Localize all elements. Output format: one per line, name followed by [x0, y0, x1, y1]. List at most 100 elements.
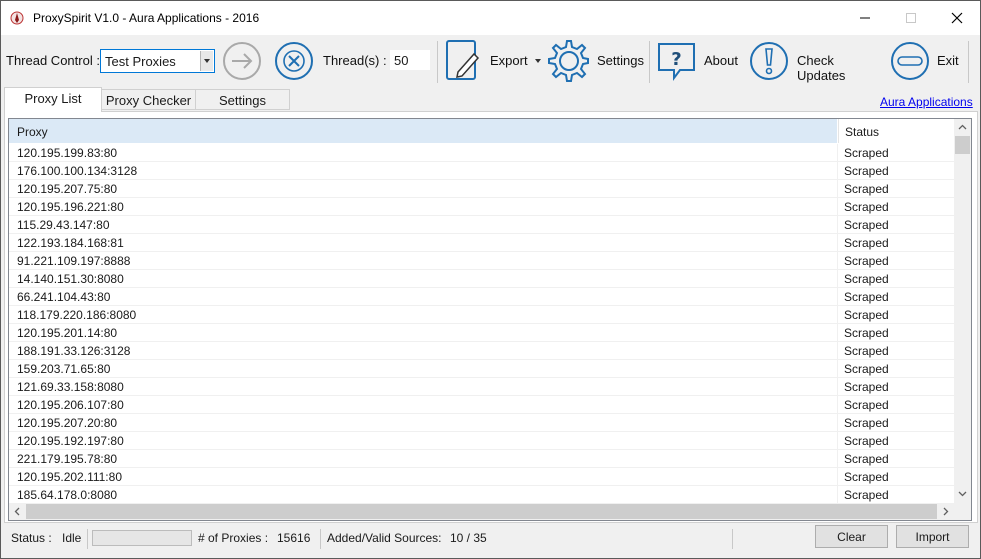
table-row[interactable]: 120.195.192.197:80 Scraped [9, 432, 954, 450]
table-row[interactable]: 120.195.202.111:80 Scraped [9, 468, 954, 486]
svg-text:?: ? [671, 49, 681, 70]
x-circle-icon[interactable] [274, 41, 314, 81]
status-cell: Scraped [837, 144, 954, 162]
table-row[interactable]: 120.195.207.75:80 Scraped [9, 180, 954, 198]
proxies-count-label: # of Proxies : [198, 531, 269, 545]
thread-control-select[interactable]: Test Proxies [100, 49, 215, 73]
proxies-count-value: 15616 [277, 531, 311, 545]
proxy-cell: 159.203.71.65:80 [17, 362, 111, 376]
status-cell: Scraped [837, 288, 954, 306]
toolbar-separator [968, 41, 969, 83]
status-cell: Scraped [837, 216, 954, 234]
table-row[interactable]: 120.195.206.107:80 Scraped [9, 396, 954, 414]
toolbar-separator [649, 41, 650, 83]
exit-label: Exit [937, 53, 959, 68]
table-row[interactable]: 221.179.195.78:80 Scraped [9, 450, 954, 468]
status-cell: Scraped [837, 180, 954, 198]
question-bubble-icon: ? [658, 43, 695, 81]
proxy-cell: 14.140.151.30:8080 [17, 272, 124, 286]
settings-button[interactable]: Settings [547, 39, 644, 83]
proxy-cell: 120.195.207.20:80 [17, 416, 118, 430]
chevron-left-icon[interactable] [14, 507, 20, 516]
proxy-cell: 120.195.202.111:80 [17, 470, 122, 484]
aura-applications-link[interactable]: Aura Applications [880, 95, 973, 109]
exclamation-circle-icon [750, 42, 788, 80]
proxy-cell: 120.195.207.75:80 [17, 182, 118, 196]
status-cell: Scraped [837, 414, 954, 432]
status-cell: Scraped [837, 252, 954, 270]
status-cell: Scraped [837, 324, 954, 342]
proxy-cell: 185.64.178.0:8080 [17, 488, 118, 502]
status-cell: Scraped [837, 450, 954, 468]
table-row[interactable]: 91.221.109.197:8888 Scraped [9, 252, 954, 270]
vertical-scrollbar[interactable] [954, 119, 971, 503]
proxy-cell: 120.195.201.14:80 [17, 326, 118, 340]
proxy-cell: 115.29.43.147:80 [17, 218, 110, 232]
window-title: ProxySpirit V1.0 - Aura Applications - 2… [33, 11, 260, 25]
document-pen-icon [446, 40, 480, 80]
minimize-button[interactable] [842, 1, 888, 35]
status-value: Idle [62, 531, 82, 545]
import-button[interactable]: Import [896, 525, 969, 548]
status-cell: Scraped [837, 234, 954, 252]
thread-control-label: Thread Control : [6, 53, 100, 68]
thread-control-value: Test Proxies [105, 54, 176, 69]
threads-input[interactable]: 50 [389, 49, 431, 71]
title-bar: ProxySpirit V1.0 - Aura Applications - 2… [1, 1, 980, 35]
vertical-scroll-thumb[interactable] [955, 136, 970, 154]
close-button[interactable] [934, 1, 980, 35]
proxy-cell: 66.241.104.43:80 [17, 290, 111, 304]
proxy-cell: 121.69.33.158:8080 [17, 380, 124, 394]
proxy-cell: 122.193.184.168:81 [17, 236, 124, 250]
proxy-list[interactable]: Proxy Status 120.195.199.83:80 Scraped 176… [8, 118, 972, 521]
horizontal-scrollbar[interactable] [9, 503, 954, 520]
table-row[interactable]: 118.179.220.186:8080 Scraped [9, 306, 954, 324]
clear-button[interactable]: Clear [815, 525, 888, 548]
status-cell: Scraped [837, 432, 954, 450]
proxy-cell: 188.191.33.126:3128 [17, 344, 131, 358]
chevron-right-icon[interactable] [943, 507, 949, 516]
status-cell: Scraped [837, 360, 954, 378]
table-row[interactable]: 159.203.71.65:80 Scraped [9, 360, 954, 378]
check-updates-button[interactable]: Check Updates [749, 41, 881, 83]
status-separator [732, 529, 733, 549]
tab-proxy-list[interactable]: Proxy List [4, 87, 102, 112]
tab-settings[interactable]: Settings [195, 89, 290, 110]
table-row[interactable]: 120.195.199.83:80 Scraped [9, 144, 954, 162]
maximize-button[interactable] [888, 1, 934, 35]
tab-proxy-checker[interactable]: Proxy Checker [101, 89, 196, 110]
proxy-cell: 176.100.100.134:3128 [17, 164, 138, 178]
status-cell: Scraped [837, 342, 954, 360]
exit-button[interactable]: Exit [890, 41, 962, 81]
export-button[interactable]: Export [444, 39, 544, 83]
threads-label: Thread(s) : [323, 53, 387, 68]
chevron-down-icon[interactable] [200, 51, 213, 71]
column-header-proxy[interactable]: Proxy [9, 119, 837, 143]
table-row[interactable]: 176.100.100.134:3128 Scraped [9, 162, 954, 180]
status-cell: Scraped [837, 486, 954, 504]
about-button[interactable]: ? About [656, 41, 742, 81]
table-row[interactable]: 122.193.184.168:81 Scraped [9, 234, 954, 252]
settings-label: Settings [597, 53, 644, 68]
proxy-cell: 120.195.199.83:80 [17, 146, 118, 160]
chevron-down-icon[interactable] [958, 491, 967, 497]
arrow-right-icon[interactable] [222, 41, 262, 81]
table-row[interactable]: 120.195.207.20:80 Scraped [9, 414, 954, 432]
table-row[interactable]: 120.195.196.221:80 Scraped [9, 198, 954, 216]
table-row[interactable]: 120.195.201.14:80 Scraped [9, 324, 954, 342]
table-row[interactable]: 185.64.178.0:8080 Scraped [9, 486, 954, 504]
table-row[interactable]: 188.191.33.126:3128 Scraped [9, 342, 954, 360]
column-header-status[interactable]: Status [838, 119, 954, 143]
quill-icon [10, 11, 24, 25]
table-row[interactable]: 66.241.104.43:80 Scraped [9, 288, 954, 306]
proxy-cell: 221.179.195.78:80 [17, 452, 118, 466]
table-row[interactable]: 121.69.33.158:8080 Scraped [9, 378, 954, 396]
chevron-up-icon[interactable] [958, 124, 967, 130]
proxy-rows: 120.195.199.83:80 Scraped 176.100.100.134:… [9, 144, 954, 504]
table-row[interactable]: 14.140.151.30:8080 Scraped [9, 270, 954, 288]
sources-value: 10 / 35 [450, 531, 487, 545]
table-row[interactable]: 115.29.43.147:80 Scraped [9, 216, 954, 234]
status-cell: Scraped [837, 198, 954, 216]
horizontal-scroll-thumb[interactable] [26, 504, 937, 519]
minus-circle-icon [891, 42, 929, 80]
